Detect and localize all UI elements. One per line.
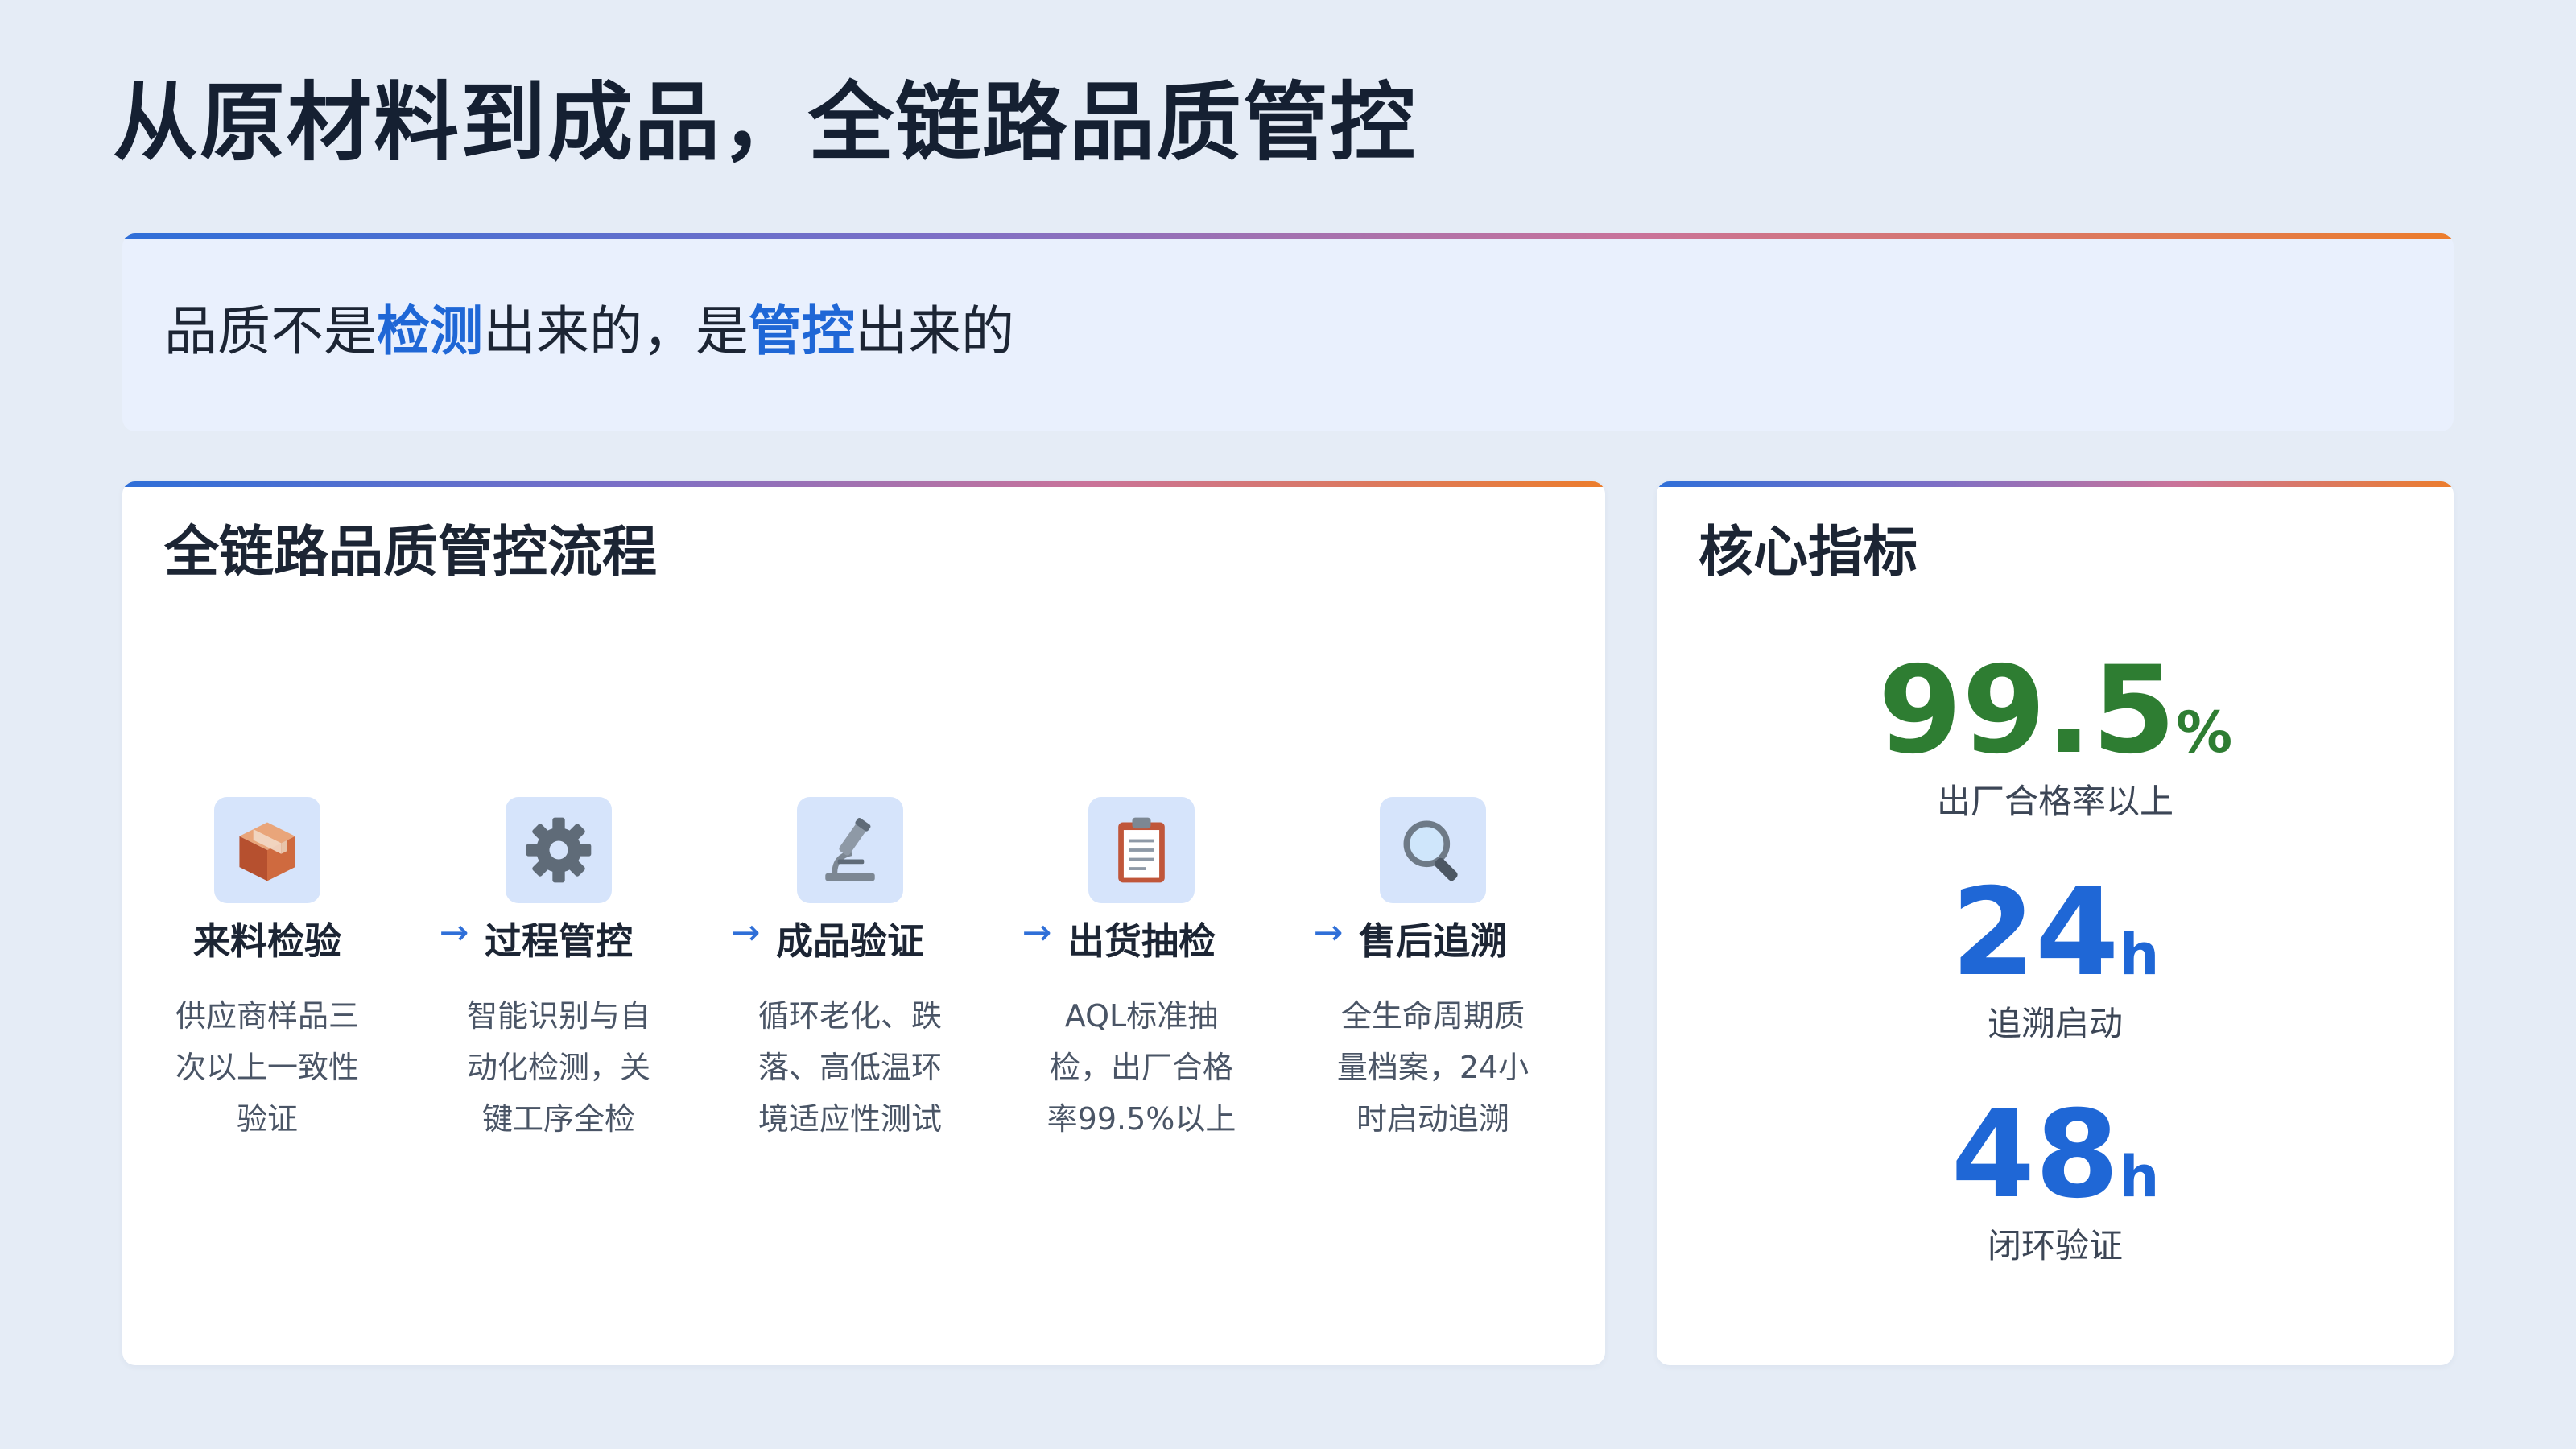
step-desc: AQL标准抽检，出厂合格率99.5%以上: [1046, 998, 1236, 1137]
metrics-card: 核心指标 99.5% 出厂合格率以上 24h 追溯启动 48h 闭环验证: [1657, 481, 2454, 1365]
step-aftersales-tracing: 售后追溯 全生命周期质量档案，24小时启动追溯: [1328, 797, 1538, 1145]
gradient-bar: [122, 233, 2454, 239]
slogan-part1: 品质不是: [164, 300, 377, 362]
step-title: 过程管控: [485, 919, 633, 963]
metric-label: 闭环验证: [1987, 1226, 2123, 1265]
slogan-highlight-control: 管控: [749, 300, 855, 362]
page-title: 从原材料到成品，全链路品质管控: [113, 73, 1417, 172]
metric-value: 99.5%: [1657, 650, 2454, 771]
metric-unit: h: [2119, 922, 2160, 988]
metric-value: 24h: [1657, 873, 2454, 993]
gear-icon: [506, 797, 612, 903]
metric-value: 48h: [1657, 1095, 2454, 1216]
step-desc: 智能识别与自动化检测，关键工序全检: [466, 998, 650, 1137]
slogan-part3: 出来的: [855, 300, 1014, 362]
slide: 从原材料到成品，全链路品质管控 品质不是检测出来的，是管控出来的 全链路品质管控…: [0, 0, 2576, 1449]
metric-trace-start: 24h 追溯启动: [1657, 873, 2454, 1048]
slogan-part2: 出来的，是: [483, 300, 749, 362]
package-icon: [214, 797, 320, 903]
metric-number: 48: [1951, 1085, 2120, 1225]
step-shipment-sampling: 出货抽检 AQL标准抽检，出厂合格率99.5%以上: [1037, 797, 1246, 1145]
step-desc: 循环老化、跌落、高低温环境适应性测试: [758, 998, 942, 1137]
metric-number: 24: [1951, 863, 2120, 1003]
step-title: 售后追溯: [1359, 919, 1507, 963]
step-title: 来料检验: [193, 919, 341, 963]
step-incoming-inspection: 来料检验 供应商样品三次以上一致性验证: [163, 797, 372, 1145]
metric-label: 出厂合格率以上: [1936, 782, 2174, 821]
step-title: 出货抽检: [1067, 919, 1216, 963]
metrics-title: 核心指标: [1699, 521, 1918, 584]
metric-unit: h: [2119, 1144, 2160, 1210]
gradient-bar: [122, 481, 1605, 487]
gradient-bar: [1657, 481, 2454, 487]
process-card: 全链路品质管控流程 来料检验 供应商样品三次以上一致性验证 → 过程管控 智能识…: [122, 481, 1605, 1365]
step-process-control: 过程管控 智能识别与自动化检测，关键工序全检: [454, 797, 663, 1145]
metric-closed-loop: 48h 闭环验证: [1657, 1095, 2454, 1270]
process-steps: 来料检验 供应商样品三次以上一致性验证 → 过程管控 智能识别与自动化检测，关键…: [163, 797, 1579, 1167]
magnifier-icon: [1380, 797, 1486, 903]
microscope-icon: [797, 797, 903, 903]
metric-label: 追溯启动: [1987, 1004, 2123, 1043]
step-desc: 全生命周期质量档案，24小时启动追溯: [1336, 998, 1530, 1137]
clipboard-icon: [1088, 797, 1195, 903]
slogan-card: 品质不是检测出来的，是管控出来的: [122, 233, 2454, 431]
step-desc: 供应商样品三次以上一致性验证: [175, 998, 359, 1137]
step-product-verification: 成品验证 循环老化、跌落、高低温环境适应性测试: [745, 797, 955, 1145]
metric-pass-rate: 99.5% 出厂合格率以上: [1657, 650, 2454, 826]
metric-number: 99.5: [1877, 641, 2176, 781]
slogan-text: 品质不是检测出来的，是管控出来的: [164, 291, 1014, 372]
metric-unit: %: [2175, 700, 2233, 766]
slogan-highlight-inspection: 检测: [377, 300, 483, 362]
step-title: 成品验证: [776, 919, 924, 963]
process-title: 全链路品质管控流程: [164, 521, 658, 584]
